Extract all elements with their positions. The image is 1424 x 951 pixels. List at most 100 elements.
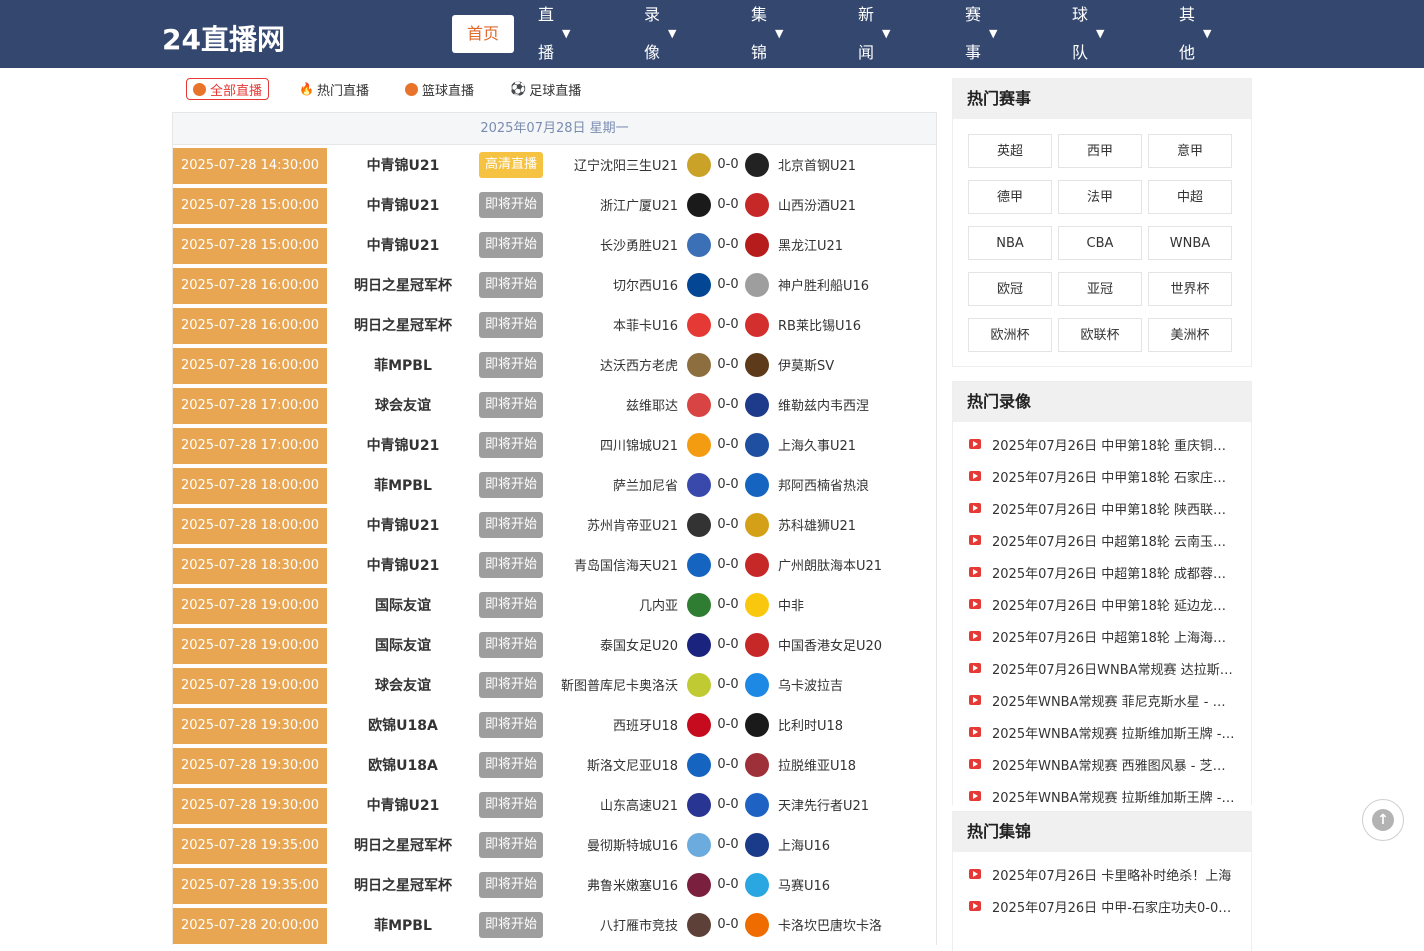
event-tag[interactable]: 欧联杯: [1058, 318, 1142, 352]
home-team-name[interactable]: 泰国女足U20: [600, 635, 678, 654]
match-status-button[interactable]: 即将开始: [479, 751, 543, 778]
match-league[interactable]: 明日之星冠军杯: [327, 875, 479, 895]
home-team-name[interactable]: 青岛国信海天U21: [574, 555, 678, 574]
away-team-name[interactable]: 中非: [778, 595, 804, 614]
match-status-button[interactable]: 即将开始: [479, 871, 543, 898]
match-status-button[interactable]: 即将开始: [479, 671, 543, 698]
match-league[interactable]: 球会友谊: [327, 395, 479, 415]
match-row[interactable]: 2025-07-28 15:00:00 中青锦U21 即将开始 长沙勇胜U21 0-0 黑…: [173, 225, 936, 265]
event-tag[interactable]: NBA: [968, 226, 1052, 260]
event-tag[interactable]: 欧冠: [968, 272, 1052, 306]
match-row[interactable]: 2025-07-28 17:00:00 球会友谊 即将开始 兹维耶达 0-0 维勒兹内韦西…: [173, 385, 936, 425]
event-tag[interactable]: 欧洲杯: [968, 318, 1052, 352]
filter-3[interactable]: ⚽ 足球直播: [504, 78, 587, 100]
match-league[interactable]: 欧锦U18A: [327, 755, 479, 775]
event-tag[interactable]: CBA: [1058, 226, 1142, 260]
away-team-name[interactable]: 伊莫斯SV: [778, 355, 834, 374]
match-league[interactable]: 菲MPBL: [327, 475, 479, 495]
match-row[interactable]: 2025-07-28 19:35:00 明日之星冠军杯 即将开始 曼彻斯特城U16 0-…: [173, 825, 936, 865]
away-team-name[interactable]: 上海U16: [778, 835, 830, 854]
home-team-name[interactable]: 达沃西方老虎: [600, 355, 678, 374]
video-list-item[interactable]: 2025年07月26日 中超第18轮 成都蓉城VS: [969, 556, 1251, 588]
video-list-item[interactable]: 2025年07月26日 中甲第18轮 陕西联合VS: [969, 492, 1251, 524]
match-row[interactable]: 2025-07-28 19:30:00 中青锦U21 即将开始 山东高速U21 0-0 天…: [173, 785, 936, 825]
away-team-name[interactable]: 山西汾酒U21: [778, 195, 856, 214]
video-list-item[interactable]: 2025年07月26日 中甲第18轮 延边龙鼎VS: [969, 588, 1251, 620]
match-row[interactable]: 2025-07-28 18:00:00 菲MPBL 即将开始 萨兰加尼省 0-0 邦阿西楠…: [173, 465, 936, 505]
match-league[interactable]: 国际友谊: [327, 595, 479, 615]
away-team-name[interactable]: 天津先行者U21: [778, 795, 869, 814]
filter-0[interactable]: 全部直播: [186, 78, 270, 100]
away-team-name[interactable]: 苏科雄狮U21: [778, 515, 856, 534]
match-league[interactable]: 中青锦U21: [327, 435, 479, 455]
match-league[interactable]: 菲MPBL: [327, 915, 479, 935]
match-row[interactable]: 2025-07-28 19:00:00 球会友谊 即将开始 靳图普库尼卡奥洛沃 0-0 乌…: [173, 665, 936, 705]
match-row[interactable]: 2025-07-28 17:00:00 中青锦U21 即将开始 四川锦城U21 0-0 上…: [173, 425, 936, 465]
match-row[interactable]: 2025-07-28 20:00:00 菲MPBL 即将开始 八打雁市竞技 0-0 卡洛坎…: [173, 905, 936, 945]
away-team-name[interactable]: 维勒兹内韦西涅: [778, 395, 869, 414]
match-row[interactable]: 2025-07-28 15:00:00 中青锦U21 即将开始 浙江广厦U21 0-0 山…: [173, 185, 936, 225]
nav-item-6[interactable]: 球队 ▼: [1072, 5, 1120, 62]
match-status-button[interactable]: 即将开始: [479, 591, 543, 618]
match-row[interactable]: 2025-07-28 19:00:00 国际友谊 即将开始 几内亚 0-0 中非: [173, 585, 936, 625]
event-tag[interactable]: WNBA: [1148, 226, 1232, 260]
match-status-button[interactable]: 即将开始: [479, 631, 543, 658]
match-status-button[interactable]: 即将开始: [479, 191, 543, 218]
nav-item-0[interactable]: 首页: [452, 15, 514, 53]
match-row[interactable]: 2025-07-28 18:30:00 中青锦U21 即将开始 青岛国信海天U21 0-…: [173, 545, 936, 585]
home-team-name[interactable]: 曼彻斯特城U16: [587, 835, 678, 854]
home-team-name[interactable]: 本菲卡U16: [613, 315, 678, 334]
event-tag[interactable]: 意甲: [1148, 134, 1232, 168]
filter-1[interactable]: 🔥 热门直播: [293, 78, 375, 100]
match-league[interactable]: 菲MPBL: [327, 355, 479, 375]
video-list-item[interactable]: 2025年07月26日WNBA常规赛 达拉斯飞翼VS: [969, 652, 1251, 684]
match-league[interactable]: 中青锦U21: [327, 515, 479, 535]
away-team-name[interactable]: 马赛U16: [778, 875, 830, 894]
match-status-button[interactable]: 即将开始: [479, 311, 543, 338]
event-tag[interactable]: 世界杯: [1148, 272, 1232, 306]
home-team-name[interactable]: 八打雁市竞技: [600, 915, 678, 934]
event-tag[interactable]: 中超: [1148, 180, 1232, 214]
home-team-name[interactable]: 四川锦城U21: [600, 435, 678, 454]
home-team-name[interactable]: 长沙勇胜U21: [600, 235, 678, 254]
match-status-button[interactable]: 即将开始: [479, 471, 543, 498]
match-status-button[interactable]: 即将开始: [479, 511, 543, 538]
site-logo[interactable]: 24直播网: [162, 18, 285, 58]
match-status-button[interactable]: 即将开始: [479, 391, 543, 418]
nav-item-2[interactable]: 录像 ▼: [644, 5, 692, 62]
nav-item-3[interactable]: 集锦 ▼: [751, 5, 799, 62]
home-team-name[interactable]: 萨兰加尼省: [613, 475, 678, 494]
event-tag[interactable]: 英超: [968, 134, 1052, 168]
match-row[interactable]: 2025-07-28 19:30:00 欧锦U18A 即将开始 斯洛文尼亚U18 0-0…: [173, 745, 936, 785]
nav-item-7[interactable]: 其他 ▼: [1179, 5, 1227, 62]
match-status-button[interactable]: 即将开始: [479, 911, 543, 938]
match-league[interactable]: 欧锦U18A: [327, 715, 479, 735]
video-list-item[interactable]: 2025年WNBA常规赛 西雅图风暴 - 芝加哥天: [969, 748, 1251, 780]
match-league[interactable]: 中青锦U21: [327, 795, 479, 815]
video-list-item[interactable]: 2025年07月26日 中甲-石家庄功夫0-0重庆: [969, 890, 1251, 922]
nav-item-1[interactable]: 直播 ▼: [538, 5, 586, 62]
home-team-name[interactable]: 山东高速U21: [600, 795, 678, 814]
match-status-button[interactable]: 即将开始: [479, 551, 543, 578]
away-team-name[interactable]: 拉脱维亚U18: [778, 755, 856, 774]
away-team-name[interactable]: 乌卡波拉吉: [778, 675, 843, 694]
match-league[interactable]: 中青锦U21: [327, 195, 479, 215]
home-team-name[interactable]: 切尔西U16: [613, 275, 678, 294]
match-row[interactable]: 2025-07-28 18:00:00 中青锦U21 即将开始 苏州肯帝亚U21 0-0…: [173, 505, 936, 545]
match-status-button[interactable]: 即将开始: [479, 711, 543, 738]
video-list-item[interactable]: 2025年WNBA常规赛 菲尼克斯水星 - 芝加哥: [969, 684, 1251, 716]
match-status-button[interactable]: 即将开始: [479, 231, 543, 258]
event-tag[interactable]: 美洲杯: [1148, 318, 1232, 352]
match-league[interactable]: 国际友谊: [327, 635, 479, 655]
back-to-top-button[interactable]: ↑: [1362, 799, 1404, 841]
away-team-name[interactable]: 上海久事U21: [778, 435, 856, 454]
away-team-name[interactable]: 神户胜利船U16: [778, 275, 869, 294]
video-list-item[interactable]: 2025年07月26日 卡里略补时绝杀！上海: [969, 858, 1251, 890]
home-team-name[interactable]: 辽宁沈阳三生U21: [574, 155, 678, 174]
match-status-button[interactable]: 即将开始: [479, 271, 543, 298]
video-list-item[interactable]: 2025年07月26日 中超第18轮 上海海港VS: [969, 620, 1251, 652]
away-team-name[interactable]: 广州朗肽海本U21: [778, 555, 882, 574]
match-league[interactable]: 明日之星冠军杯: [327, 315, 479, 335]
home-team-name[interactable]: 靳图普库尼卡奥洛沃: [561, 675, 678, 694]
match-league[interactable]: 明日之星冠军杯: [327, 835, 479, 855]
